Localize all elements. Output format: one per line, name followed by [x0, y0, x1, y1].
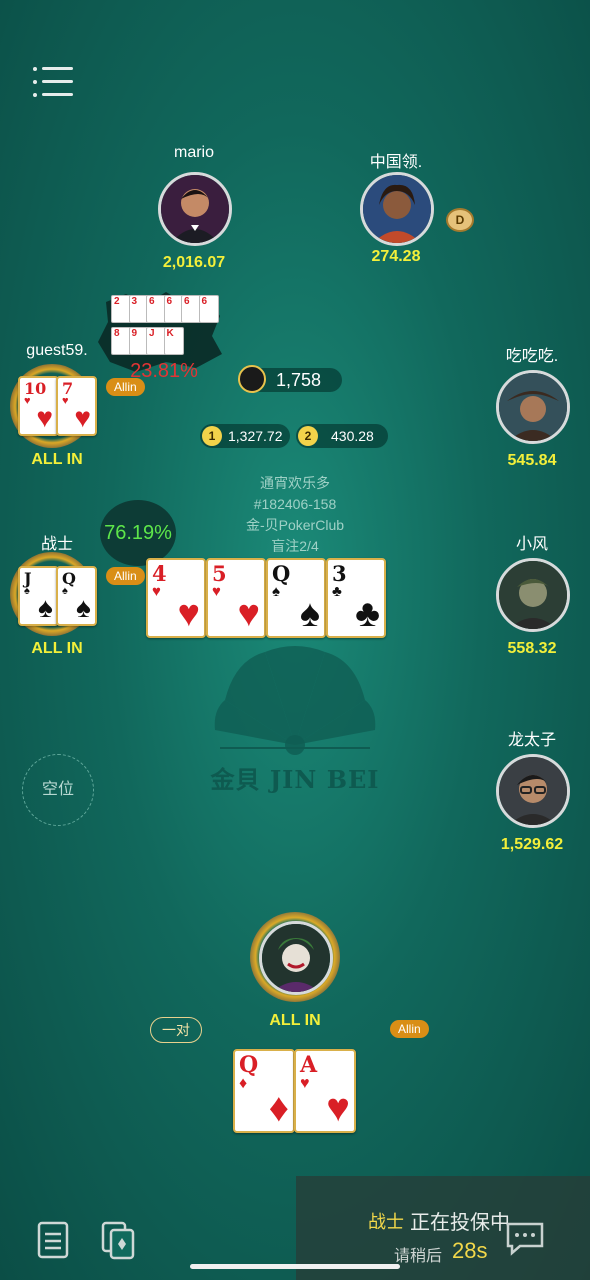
side-pot-2-number: 2	[298, 426, 318, 446]
empty-seat[interactable]: 空位	[22, 754, 94, 826]
card-suit: ♦	[239, 1075, 248, 1092]
card-suit-large: ♠	[299, 593, 320, 635]
chat-icon	[506, 1222, 544, 1256]
card-suit: ♥	[212, 583, 221, 600]
outs-row-1: 236666	[111, 295, 221, 325]
avatar-longtaizi[interactable]	[496, 754, 570, 828]
table-watermark: 金貝 JIN BEI	[210, 765, 380, 794]
history-button[interactable]	[36, 1220, 72, 1260]
notice-timer: 28s	[452, 1238, 488, 1263]
player-name-mario: mario	[173, 144, 214, 161]
card-suit: ♣	[332, 583, 342, 600]
card-suit-large: ♥	[177, 593, 200, 635]
allin-status-zhanshi: ALL IN	[31, 640, 83, 657]
stack-chichichi: 545.84	[507, 452, 557, 469]
player-name-zhongguo: 中国领.	[369, 154, 423, 171]
menu-button[interactable]	[30, 62, 76, 102]
table-id: #182406-158	[253, 496, 337, 512]
player-name-xiaofeng: 小风	[515, 536, 548, 553]
playing-card: Q ♠ ♠	[56, 566, 97, 626]
blinds: 盲注2/4	[271, 538, 319, 554]
stack-mario: 2,016.07	[162, 254, 226, 271]
card-suit-large: ♥	[74, 402, 91, 433]
main-pot-amount: 1,758	[276, 370, 322, 390]
notice-player: 战士	[368, 1212, 404, 1232]
main-pot: 1,758	[238, 365, 342, 393]
stack-longtaizi: 1,529.62	[500, 836, 564, 853]
playing-card: Q ♦ ♦	[233, 1049, 295, 1133]
card-suit: ♥	[62, 395, 69, 407]
card-suit-large: ♥	[326, 1086, 350, 1130]
card-suit-large: ♣	[355, 593, 380, 635]
menu-icon	[33, 67, 37, 71]
avatar-zhongguo[interactable]	[360, 172, 434, 246]
table-name: 通宵欢乐多	[260, 475, 330, 491]
cards-button[interactable]	[100, 1220, 138, 1260]
hand-type: 一对	[150, 1017, 202, 1043]
playing-card: 4 ♥ ♥	[146, 558, 206, 638]
playing-card: 5 ♥ ♥	[206, 558, 266, 638]
card-suit-large: ♠	[38, 592, 53, 623]
hole-cards-hero: Q ♦ ♦ A ♥ ♥	[233, 1049, 357, 1133]
notice-action: 正在投保中	[410, 1212, 510, 1234]
playing-card: 7 ♥ ♥	[56, 376, 97, 436]
side-pot-1-amount: 1,327.72	[228, 428, 283, 444]
allin-badge-zhanshi: Allin	[106, 567, 145, 585]
card-stack-icon	[101, 1221, 135, 1260]
card-suit-large: ♥	[36, 402, 53, 433]
card-suit: ♥	[300, 1075, 310, 1092]
outs-card: 6	[198, 295, 219, 323]
side-pot-1-number: 1	[202, 426, 222, 446]
side-pot-2: 2 430.28	[296, 424, 388, 448]
avatar-mario[interactable]	[158, 172, 232, 246]
playing-card: 10 ♥ ♥	[18, 376, 59, 436]
card-suit-large: ♦	[268, 1086, 289, 1130]
hole-cards-zhanshi: J ♠ ♠ Q ♠ ♠	[18, 566, 98, 626]
dealer-button: D	[446, 208, 474, 232]
player-name-guest59: guest59.	[26, 342, 88, 359]
side-pot-2-amount: 430.28	[331, 428, 374, 444]
chat-button[interactable]	[504, 1220, 546, 1256]
hole-cards-guest59: 10 ♥ ♥ 7 ♥ ♥	[18, 376, 98, 436]
outs-row-2: 89JK	[111, 327, 221, 357]
card-suit-large: ♥	[237, 593, 260, 635]
allin-badge-guest59: Allin	[106, 378, 145, 396]
card-suit: ♠	[62, 585, 68, 597]
playing-card: 3 ♣ ♣	[326, 558, 386, 638]
playing-card: J ♠ ♠	[18, 566, 59, 626]
card-suit: ♠	[24, 585, 30, 597]
equity-zhanshi: 76.19%	[104, 522, 172, 544]
history-icon	[37, 1221, 69, 1259]
avatar-chichichi[interactable]	[496, 370, 570, 444]
chip-icon	[238, 365, 266, 393]
player-name-longtaizi: 龙太子	[507, 732, 556, 749]
playing-card: A ♥ ♥	[294, 1049, 356, 1133]
stack-xiaofeng: 558.32	[507, 640, 557, 657]
side-pot-1: 1 1,327.72	[200, 424, 290, 448]
club-name: 金-贝PokerClub	[245, 517, 345, 533]
notice-wait: 请稍后	[394, 1248, 443, 1265]
player-name-chichichi: 吃吃吃.	[505, 348, 559, 365]
stack-zhongguo: 274.28	[371, 248, 421, 265]
avatar-hero[interactable]	[259, 921, 333, 995]
card-suit-large: ♠	[76, 592, 91, 623]
card-suit: ♥	[24, 395, 31, 407]
table-info: 通宵欢乐多 #182406-158 金-贝PokerClub 盲注2/4	[195, 473, 395, 557]
allin-badge-hero: Allin	[390, 1020, 429, 1038]
playing-card: Q ♠ ♠	[266, 558, 326, 638]
outs-card: K	[163, 327, 184, 355]
avatar-xiaofeng[interactable]	[496, 558, 570, 632]
home-indicator[interactable]	[190, 1264, 400, 1269]
allin-status-hero: ALL IN	[269, 1012, 321, 1029]
card-suit: ♥	[152, 583, 161, 600]
card-suit: ♠	[272, 583, 280, 600]
allin-status-guest59: ALL IN	[31, 451, 83, 468]
community-cards: 4 ♥ ♥ 5 ♥ ♥ Q ♠ ♠ 3 ♣ ♣	[146, 558, 386, 638]
